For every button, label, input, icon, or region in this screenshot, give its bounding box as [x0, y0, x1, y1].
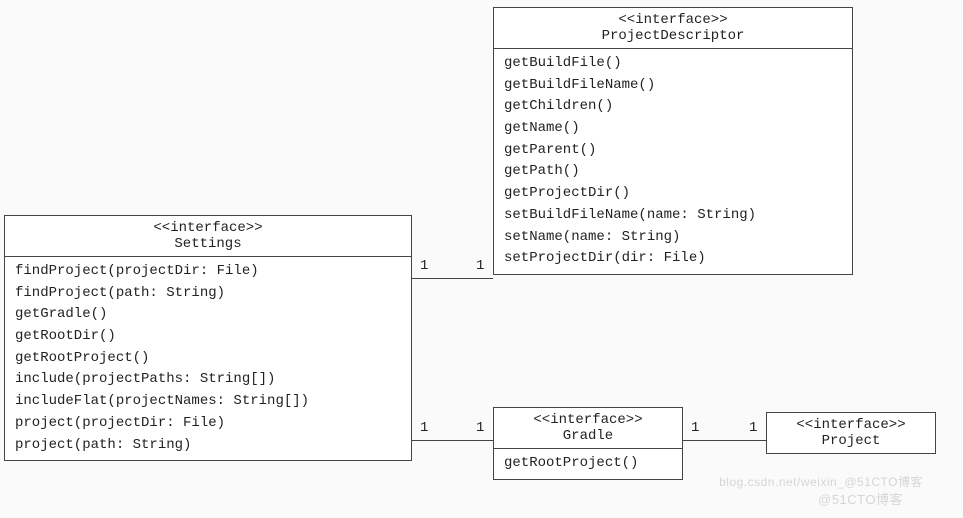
class-gradle-title: <<interface>> Gradle	[494, 408, 682, 449]
multiplicity-label: 1	[420, 420, 428, 436]
multiplicity-label: 1	[476, 420, 484, 436]
method-item: getChildren()	[504, 96, 842, 118]
method-item: project(projectDir: File)	[15, 413, 401, 435]
class-project-descriptor: <<interface>> ProjectDescriptor getBuild…	[493, 7, 853, 275]
class-settings-title: <<interface>> Settings	[5, 216, 411, 257]
class-name-label: Gradle	[504, 428, 672, 444]
method-item: findProject(projectDir: File)	[15, 261, 401, 283]
method-item: getPath()	[504, 161, 842, 183]
multiplicity-label: 1	[691, 420, 699, 436]
class-pd-body: getBuildFile() getBuildFileName() getChi…	[494, 49, 852, 274]
method-item: setBuildFileName(name: String)	[504, 205, 842, 227]
multiplicity-label: 1	[476, 258, 484, 274]
method-item: includeFlat(projectNames: String[])	[15, 391, 401, 413]
method-item: getBuildFile()	[504, 53, 842, 75]
method-item: project(path: String)	[15, 435, 401, 457]
class-name-label: Project	[777, 433, 925, 449]
method-item: getBuildFileName()	[504, 75, 842, 97]
method-item: setProjectDir(dir: File)	[504, 248, 842, 270]
method-item: getRootProject()	[15, 348, 401, 370]
class-name-label: ProjectDescriptor	[504, 28, 842, 44]
stereotype-label: <<interface>>	[504, 412, 672, 428]
assoc-gradle-project	[683, 440, 766, 441]
class-settings: <<interface>> Settings findProject(proje…	[4, 215, 412, 461]
class-pd-title: <<interface>> ProjectDescriptor	[494, 8, 852, 49]
assoc-settings-pd	[412, 278, 493, 279]
method-item: getName()	[504, 118, 842, 140]
method-item: setName(name: String)	[504, 227, 842, 249]
class-project: <<interface>> Project	[766, 412, 936, 454]
stereotype-label: <<interface>>	[777, 417, 925, 433]
method-item: getGradle()	[15, 304, 401, 326]
multiplicity-label: 1	[420, 258, 428, 274]
method-item: getParent()	[504, 140, 842, 162]
class-project-title: <<interface>> Project	[767, 413, 935, 453]
stereotype-label: <<interface>>	[504, 12, 842, 28]
watermark-text: blog.csdn.net/weixin_@51CTO博客	[719, 473, 923, 490]
method-item: findProject(path: String)	[15, 283, 401, 305]
class-gradle-body: getRootProject()	[494, 449, 682, 479]
method-item: getProjectDir()	[504, 183, 842, 205]
assoc-settings-gradle	[412, 440, 493, 441]
method-item: getRootDir()	[15, 326, 401, 348]
watermark-text: @51CTO博客	[818, 489, 903, 508]
class-name-label: Settings	[15, 236, 401, 252]
class-gradle: <<interface>> Gradle getRootProject()	[493, 407, 683, 480]
method-item: include(projectPaths: String[])	[15, 369, 401, 391]
method-item: getRootProject()	[504, 453, 672, 475]
stereotype-label: <<interface>>	[15, 220, 401, 236]
multiplicity-label: 1	[749, 420, 757, 436]
class-settings-body: findProject(projectDir: File) findProjec…	[5, 257, 411, 460]
